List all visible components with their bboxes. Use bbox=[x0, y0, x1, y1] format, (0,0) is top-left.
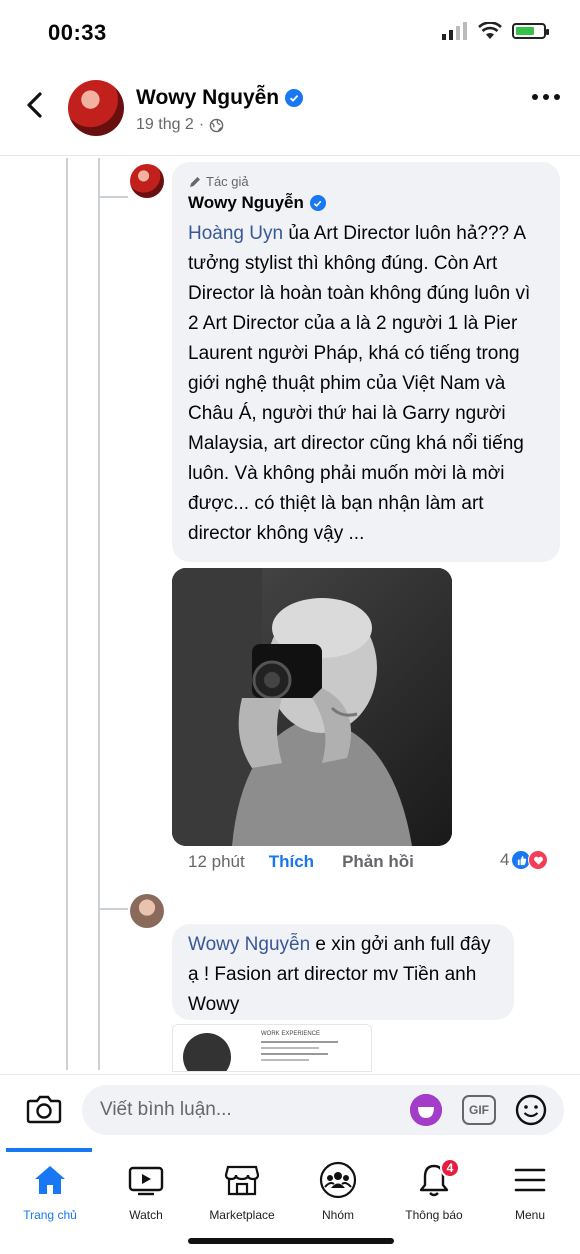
tab-groups-label: Nhóm bbox=[321, 1208, 354, 1222]
tab-home[interactable]: Trang chủ bbox=[2, 1158, 98, 1222]
comment-text: Hoàng Uyn ủa Art Director luôn hả??? A t… bbox=[188, 219, 544, 549]
tab-marketplace[interactable]: Marketplace bbox=[194, 1158, 290, 1222]
love-reaction-icon bbox=[528, 850, 549, 870]
reply-avatar[interactable] bbox=[130, 894, 164, 928]
attachment-preview[interactable]: WORK EXPERIENCE bbox=[172, 1024, 372, 1072]
commenter-avatar[interactable] bbox=[130, 164, 164, 198]
tab-notifications-label: Thông báo bbox=[405, 1208, 463, 1222]
signal-icon bbox=[442, 22, 467, 40]
tab-marketplace-label: Marketplace bbox=[209, 1208, 275, 1222]
battery-icon bbox=[512, 23, 549, 39]
comment-placeholder: Viết bình luận... bbox=[100, 1099, 232, 1120]
pencil-icon bbox=[190, 176, 200, 187]
mention-link[interactable]: Hoàng Uyn bbox=[188, 223, 283, 244]
groups-icon bbox=[319, 1161, 357, 1199]
reply-button[interactable]: Phản hồi bbox=[342, 852, 414, 872]
like-button[interactable]: Thích bbox=[269, 852, 314, 872]
tab-notifications[interactable]: 4 Thông báo bbox=[386, 1158, 482, 1222]
back-button[interactable] bbox=[20, 90, 50, 120]
thread-line bbox=[98, 158, 100, 1070]
post-author-name-text[interactable]: Wowy Nguyễn bbox=[136, 86, 279, 110]
gif-button[interactable]: GIF bbox=[462, 1095, 496, 1125]
menu-icon bbox=[514, 1168, 546, 1192]
status-icons bbox=[442, 22, 549, 40]
emoji-icon[interactable] bbox=[514, 1093, 548, 1127]
author-tag-label: Tác giả bbox=[206, 174, 249, 189]
comment-actions: 12 phút Thích Phản hồi bbox=[188, 852, 414, 872]
comment-input[interactable]: Viết bình luận... GIF bbox=[82, 1085, 564, 1135]
thread-line bbox=[98, 908, 128, 910]
watch-icon bbox=[128, 1166, 164, 1196]
attachment-thumb bbox=[183, 1033, 231, 1071]
post-author-name[interactable]: Wowy Nguyễn bbox=[136, 86, 304, 110]
notification-badge: 4 bbox=[440, 1158, 460, 1178]
tab-menu[interactable]: Menu bbox=[482, 1158, 578, 1222]
home-icon bbox=[35, 1166, 65, 1194]
status-time: 00:33 bbox=[48, 20, 107, 45]
author-tag: Tác giả bbox=[188, 174, 544, 189]
verified-badge-icon bbox=[309, 195, 326, 211]
tab-watch[interactable]: Watch bbox=[98, 1158, 194, 1222]
photo-image bbox=[172, 568, 452, 846]
post-date[interactable]: 19 thg 2 bbox=[136, 116, 194, 134]
author-avatar[interactable] bbox=[68, 80, 124, 136]
sticker-icon[interactable] bbox=[410, 1094, 442, 1126]
verified-badge-icon bbox=[285, 89, 304, 107]
reply-mention-link[interactable]: Wowy Nguyễn bbox=[188, 934, 310, 955]
reply-bubble: Wowy Nguyễn e xin gởi anh full đây ạ ! F… bbox=[172, 924, 514, 1020]
reply-text: Wowy Nguyễn e xin gởi anh full đây ạ ! F… bbox=[188, 930, 498, 1020]
wifi-icon bbox=[478, 22, 502, 39]
thread-line bbox=[66, 158, 68, 1070]
comment-body: ủa Art Director luôn hả??? A tưởng styli… bbox=[188, 223, 531, 544]
tab-menu-label: Menu bbox=[514, 1208, 546, 1222]
meta-separator: · bbox=[198, 116, 205, 133]
comment-author-name[interactable]: Wowy Nguyễn bbox=[188, 193, 304, 213]
home-indicator bbox=[188, 1238, 394, 1244]
tab-watch-label: Watch bbox=[129, 1208, 163, 1222]
comment-author[interactable]: Wowy Nguyễn bbox=[188, 193, 544, 213]
marketplace-icon bbox=[224, 1165, 260, 1196]
redacted-name-overlay bbox=[170, 896, 296, 922]
post-header: Wowy Nguyễn 19 thg 2 · bbox=[0, 70, 580, 156]
comment-composer: Viết bình luận... GIF bbox=[0, 1074, 580, 1144]
attachment-heading: WORK EXPERIENCE bbox=[261, 1031, 321, 1037]
post-meta: 19 thg 2 · bbox=[136, 116, 224, 134]
comment-photo[interactable] bbox=[172, 568, 452, 846]
reaction-count: 4 bbox=[500, 850, 510, 869]
active-tab-indicator bbox=[6, 1148, 92, 1152]
comment-time: 12 phút bbox=[188, 852, 245, 871]
thread-line bbox=[98, 196, 128, 198]
tab-groups[interactable]: Nhóm bbox=[290, 1158, 386, 1222]
camera-icon[interactable] bbox=[26, 1093, 62, 1125]
status-bar: 00:33 bbox=[0, 0, 580, 64]
attachment-lines bbox=[261, 1041, 357, 1061]
tab-home-label: Trang chủ bbox=[23, 1208, 77, 1222]
more-options-button[interactable] bbox=[532, 94, 560, 100]
comment-bubble: Tác giả Wowy Nguyễn Hoàng Uyn ủa Art Dir… bbox=[172, 162, 560, 562]
globe-icon bbox=[209, 118, 224, 132]
reaction-summary[interactable]: 4 bbox=[500, 850, 549, 870]
